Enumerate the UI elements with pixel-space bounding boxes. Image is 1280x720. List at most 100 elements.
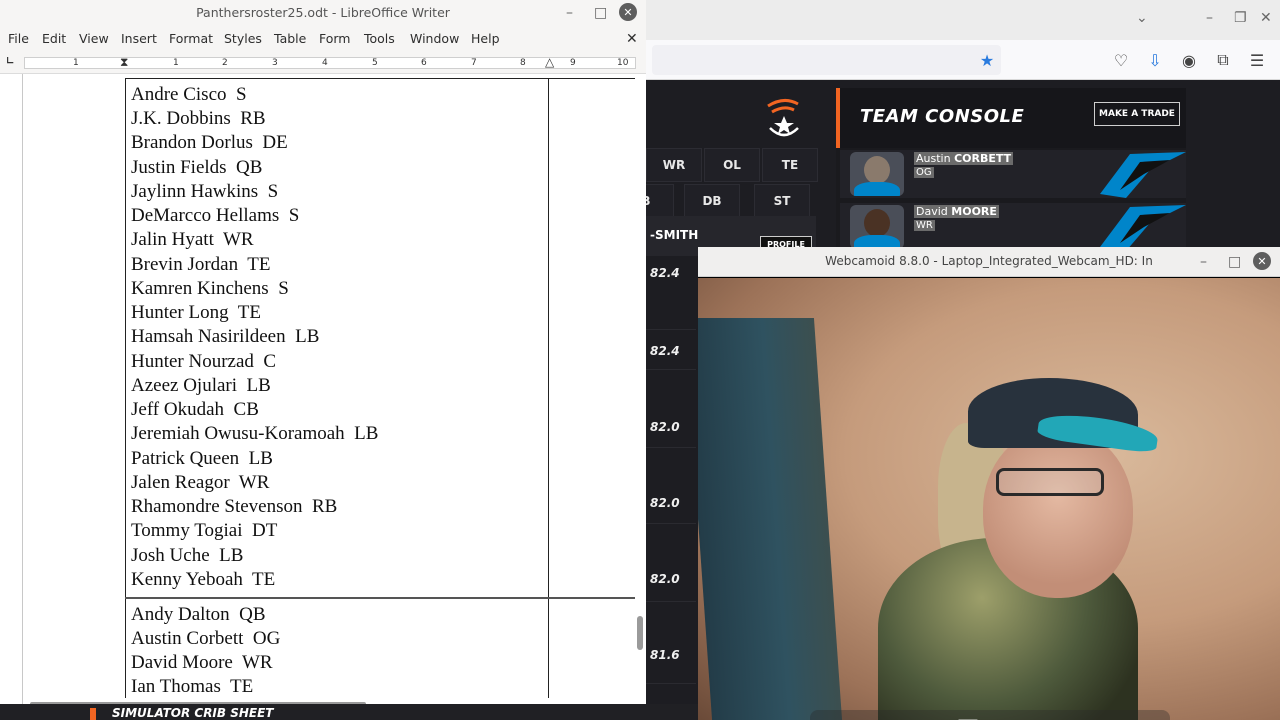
webcam-video-feed: ▦ ◐ ♪ ◙ ▤ ✦ ⚙ ⓘ (698, 278, 1280, 720)
account-icon[interactable]: ◉ (1174, 45, 1204, 75)
record-icon[interactable]: ◐ (858, 712, 894, 720)
roster-entry[interactable]: Kamren Kinchens S (131, 278, 289, 300)
effects-wand-icon[interactable]: ✦ (1042, 712, 1078, 720)
chevron-down-icon[interactable]: ⌄ (1136, 10, 1148, 26)
roster-entry[interactable]: Hunter Long TE (131, 302, 261, 324)
minimize-icon[interactable]: – (1200, 254, 1207, 270)
ruler[interactable]: ∟ 1 ⧗ 1 2 3 4 5 6 7 8 △ 9 10 (0, 52, 646, 74)
menu-tools[interactable]: Tools (364, 31, 395, 46)
close-icon[interactable]: ✕ (619, 3, 637, 21)
panthers-logo (1100, 205, 1186, 251)
menu-insert[interactable]: Insert (121, 31, 157, 46)
roster-entry[interactable]: Azeez Ojulari LB (131, 375, 271, 397)
menu-file[interactable]: File (8, 31, 29, 46)
indent-marker-icon[interactable]: ⧗ (120, 55, 128, 70)
roster-entry[interactable]: Andre Cisco S (131, 84, 247, 106)
menu-help[interactable]: Help (471, 31, 500, 46)
roster-entry[interactable]: Josh Uche LB (131, 545, 243, 567)
table-border (548, 78, 549, 698)
sources-icon[interactable]: ▦ (812, 712, 848, 720)
player-card[interactable]: David MOORE WR (840, 203, 1186, 251)
make-a-trade-button[interactable]: MAKE A TRADE (1094, 102, 1180, 126)
ruler-tick: 1 (173, 58, 179, 68)
menu-view[interactable]: View (79, 31, 109, 46)
site-logo[interactable] (746, 88, 816, 148)
minimize-icon[interactable]: – (566, 5, 573, 21)
restore-icon[interactable]: ❐ (1234, 10, 1247, 26)
bookmark-star-icon[interactable]: ★ (972, 45, 1002, 75)
right-indent-marker-icon[interactable]: △ (545, 55, 554, 69)
maximize-icon[interactable]: □ (594, 5, 607, 21)
film-icon[interactable]: ▤ (996, 712, 1032, 720)
roster-entry[interactable]: Andy Dalton QB (131, 604, 266, 626)
libreoffice-writer-window: Panthersroster25.odt - LibreOffice Write… (0, 0, 646, 712)
position-tab-te[interactable]: TE (762, 148, 818, 182)
roster-entry[interactable]: Rhamondre Stevenson RB (131, 496, 337, 518)
ruler-tick: 6 (421, 58, 427, 68)
roster-entry[interactable]: Jaylinn Hawkins S (131, 181, 278, 203)
rating-row[interactable]: 81.6 (646, 604, 696, 684)
menu-styles[interactable]: Styles (224, 31, 262, 46)
close-icon[interactable]: ✕ (1260, 10, 1272, 26)
webcam-title-bar[interactable]: Webcamoid 8.8.0 - Laptop_Integrated_Webc… (698, 247, 1280, 277)
roster-entry[interactable]: Jeremiah Owusu-Koramoah LB (131, 423, 378, 445)
roster-entry[interactable]: J.K. Dobbins RB (131, 108, 266, 130)
roster-entry[interactable]: Brevin Jordan TE (131, 254, 271, 276)
roster-entry[interactable]: Jeff Okudah CB (131, 399, 259, 421)
position-tab-db[interactable]: DB (684, 184, 740, 218)
roster-entry[interactable]: Hamsah Nasirildeen LB (131, 326, 319, 348)
pocket-icon[interactable]: ♡ (1106, 45, 1136, 75)
document-canvas[interactable]: Andre Cisco S J.K. Dobbins RB Brandon Do… (0, 74, 646, 704)
roster-entry[interactable]: Justin Fields QB (131, 157, 262, 179)
gear-icon[interactable]: ⚙ (1088, 712, 1124, 720)
team-console: TEAM CONSOLE MAKE A TRADE Austin CORBETT… (836, 88, 1186, 253)
position-tab-ol[interactable]: OL (704, 148, 760, 182)
url-bar[interactable] (652, 45, 1001, 75)
menu-table[interactable]: Table (274, 31, 306, 46)
roster-entry[interactable]: Brandon Dorlus DE (131, 132, 288, 154)
vertical-scrollbar-thumb[interactable] (637, 616, 643, 650)
minimize-icon[interactable]: – (1206, 10, 1213, 26)
rating-row[interactable]: 82.0 (646, 372, 696, 448)
extensions-icon[interactable]: ⧉ (1208, 45, 1238, 75)
player-card[interactable]: Austin CORBETT OG (840, 150, 1186, 198)
info-icon[interactable]: ⓘ (1132, 712, 1168, 720)
camera-icon[interactable]: ◙ (950, 712, 986, 720)
roster-entry[interactable]: David Moore WR (131, 652, 273, 674)
table-row-divider (125, 597, 635, 599)
roster-entry[interactable]: Hunter Nourzad C (131, 351, 276, 373)
roster-entry[interactable]: Austin Corbett OG (131, 628, 280, 650)
writer-title-bar[interactable]: Panthersroster25.odt - LibreOffice Write… (0, 0, 646, 26)
roster-entry[interactable]: Patrick Queen LB (131, 448, 273, 470)
roster-entry[interactable]: DeMarcco Hellams S (131, 205, 299, 227)
menu-icon[interactable]: ☰ (1242, 45, 1272, 75)
tab-stop-icon[interactable]: ∟ (6, 56, 14, 67)
rating-row[interactable]: 82.4 (646, 294, 696, 370)
position-tab-wr[interactable]: WR (646, 148, 702, 182)
menu-window[interactable]: Window (410, 31, 459, 46)
crib-sheet-heading[interactable]: SIMULATOR CRIB SHEET (112, 706, 273, 720)
download-icon[interactable]: ⇩ (1140, 45, 1170, 75)
roster-entry[interactable]: Jalen Reagor WR (131, 472, 269, 494)
team-console-title: TEAM CONSOLE (860, 106, 1025, 127)
rating-row[interactable]: 82.0 (646, 448, 696, 524)
menu-edit[interactable]: Edit (42, 31, 66, 46)
close-document-icon[interactable]: ✕ (626, 31, 638, 47)
roster-entry[interactable]: Kenny Yeboah TE (131, 569, 275, 591)
player-last-name: -SMITH (650, 228, 699, 242)
ruler-tick: 7 (471, 58, 477, 68)
maximize-icon[interactable]: □ (1228, 254, 1241, 270)
ruler-tick: 9 (570, 58, 576, 68)
rating-row[interactable]: 82.0 (646, 526, 696, 602)
ruler-tick: 1 (73, 58, 79, 68)
close-icon[interactable]: ✕ (1253, 252, 1271, 270)
roster-entry[interactable]: Jalin Hyatt WR (131, 229, 254, 251)
music-icon[interactable]: ♪ (904, 712, 940, 720)
menu-format[interactable]: Format (169, 31, 213, 46)
menu-form[interactable]: Form (319, 31, 351, 46)
person-face (983, 428, 1133, 598)
roster-entry[interactable]: Tommy Togiai DT (131, 520, 277, 542)
panthers-logo (1100, 152, 1186, 198)
position-tab-st[interactable]: ST (754, 184, 810, 218)
roster-entry[interactable]: Ian Thomas TE (131, 676, 253, 698)
